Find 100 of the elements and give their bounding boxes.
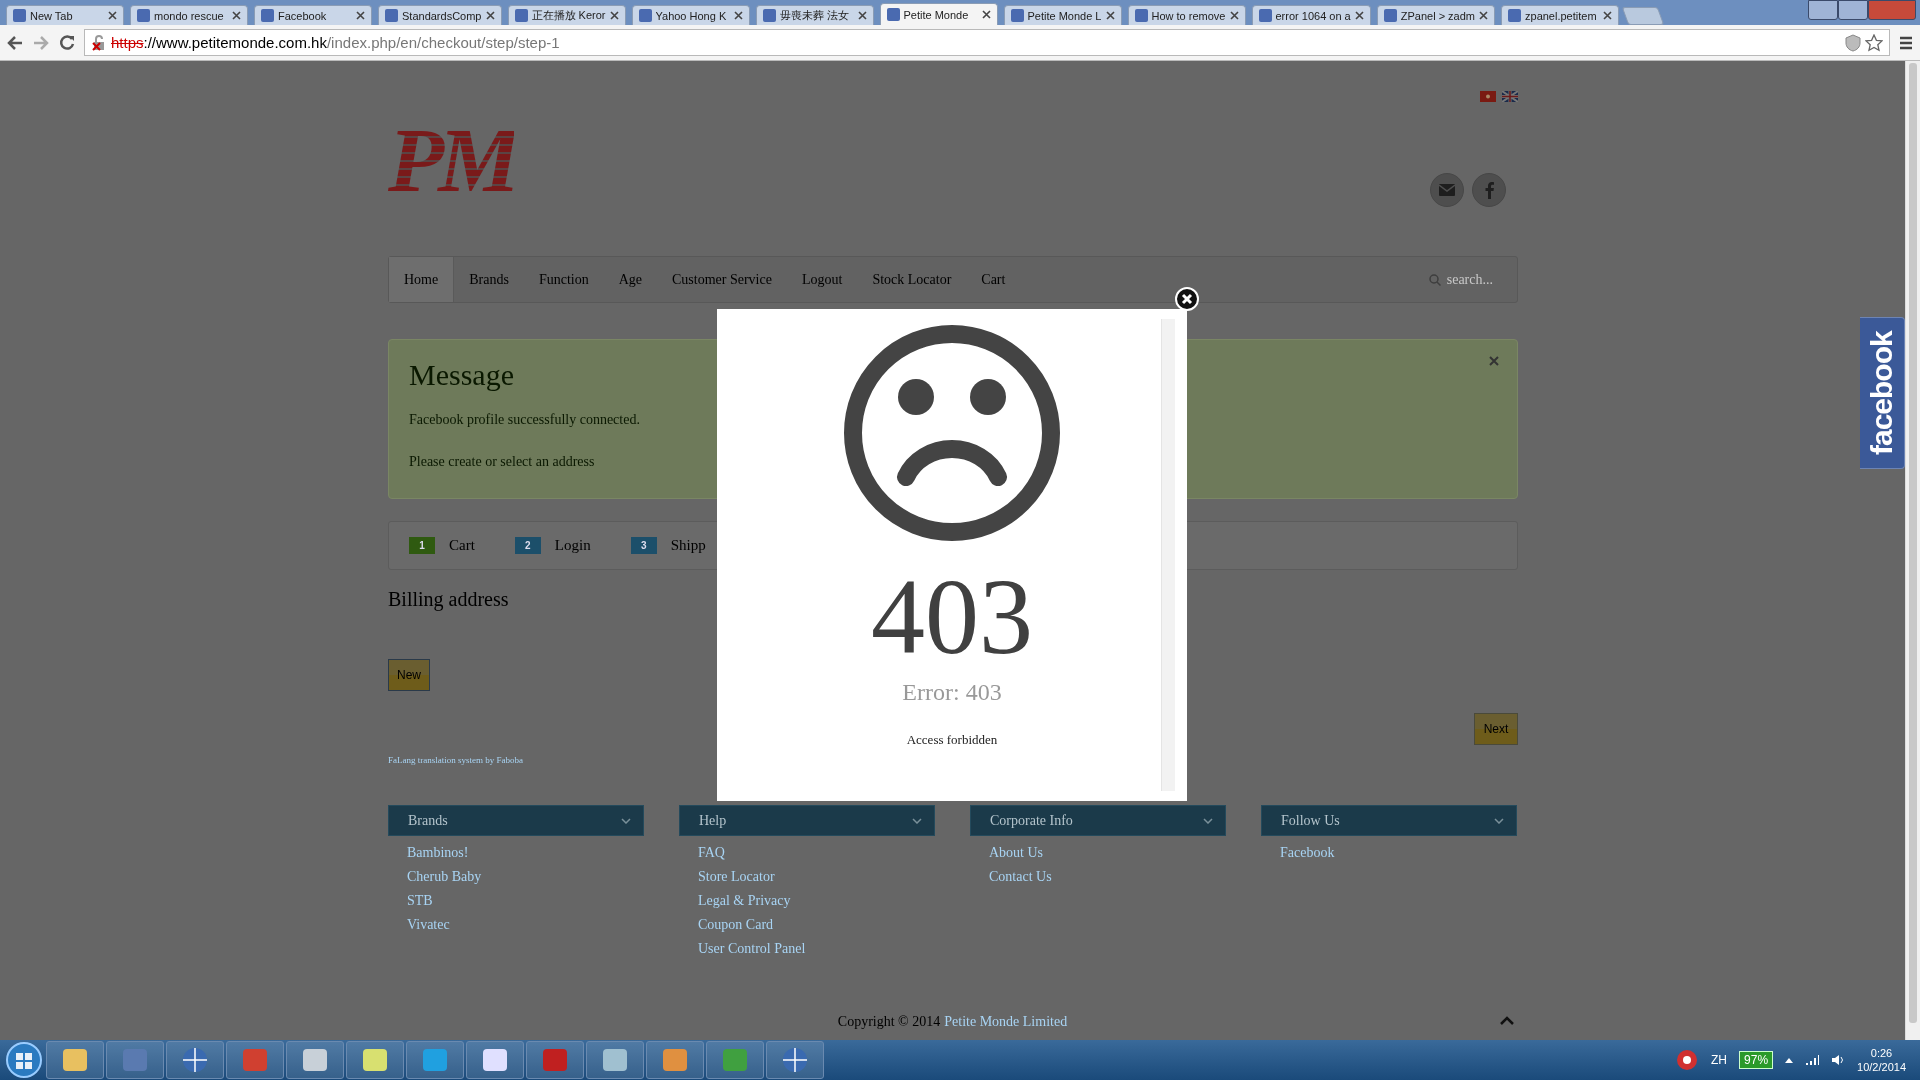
mail-button[interactable] [1430, 173, 1464, 207]
copyright-link[interactable]: Petite Monde Limited [944, 1014, 1068, 1030]
browser-tab[interactable]: 毋喪未葬 法女 [755, 5, 874, 25]
browser-tab[interactable]: Petite Monde [879, 3, 998, 25]
favicon-icon [1010, 9, 1024, 22]
close-icon[interactable] [1229, 11, 1239, 20]
footer-header[interactable]: Corporate Info [970, 805, 1226, 836]
step-label[interactable]: Shipp [670, 537, 706, 554]
start-button[interactable] [4, 1040, 44, 1080]
footer-link[interactable]: User Control Panel [698, 939, 806, 958]
footer-header[interactable]: Follow Us [1261, 805, 1517, 836]
close-icon[interactable] [1354, 11, 1364, 20]
browser-tab[interactable]: Yahoo Hong K [631, 5, 750, 25]
chevron-down-icon [1203, 817, 1213, 824]
message-text: Please create or select an address [409, 454, 595, 470]
app-icon [481, 1046, 509, 1074]
browser-tab[interactable]: zpanel.petitem [1501, 5, 1619, 25]
taskbar-button[interactable] [646, 1041, 704, 1079]
language-indicator[interactable]: ZH [1711, 1053, 1728, 1067]
close-icon[interactable] [733, 11, 743, 20]
tray-arrow-icon[interactable] [1785, 1057, 1794, 1063]
footer-link[interactable]: STB [407, 891, 433, 910]
shield-icon [1845, 33, 1861, 52]
footer-link[interactable]: Coupon Card [698, 915, 774, 934]
speaker-icon[interactable] [1831, 1054, 1846, 1066]
taskbar-button[interactable] [466, 1041, 524, 1079]
nav-item[interactable]: Stock Locator [857, 257, 967, 302]
browser-tab[interactable]: mondo rescue [130, 5, 248, 25]
favicon-icon [137, 9, 150, 22]
nav-item[interactable]: Customer Service [657, 257, 787, 302]
facebook-button[interactable] [1472, 173, 1506, 207]
footer-link[interactable]: Bambinos! [407, 843, 469, 862]
nav-item[interactable]: Cart [966, 257, 1021, 302]
facebook-side-tab[interactable]: facebook [1860, 317, 1905, 469]
taskbar-button[interactable] [346, 1041, 404, 1079]
footer-link[interactable]: FAQ [698, 843, 725, 862]
reload-icon[interactable] [58, 33, 76, 52]
footer-link[interactable]: Contact Us [989, 867, 1052, 886]
footer-link[interactable]: Store Locator [698, 867, 775, 886]
app-icon[interactable] [1675, 1048, 1700, 1072]
close-icon[interactable] [981, 10, 991, 19]
taskbar-button[interactable] [166, 1041, 224, 1079]
battery-indicator[interactable]: 97% [1739, 1051, 1774, 1069]
browser-tab[interactable]: StandardsComp [378, 5, 502, 25]
nav-item[interactable]: Logout [786, 257, 858, 302]
address-field[interactable]: https://www.petitemonde.com.hk/index.php/en/checkout/step/step-1 [84, 29, 1890, 56]
chevron-up-icon[interactable] [1500, 1016, 1514, 1025]
footer-link[interactable]: Facebook [1280, 843, 1335, 862]
close-icon[interactable] [1603, 11, 1612, 20]
credit-link[interactable]: FaLang translation system by Faboba [388, 755, 523, 765]
minimize-button[interactable] [1808, 0, 1838, 20]
menu-icon[interactable] [1898, 34, 1914, 51]
nav-item[interactable]: Home [389, 257, 455, 302]
close-icon[interactable] [232, 11, 241, 20]
footer-link[interactable]: Legal & Privacy [698, 891, 791, 910]
close-icon[interactable] [485, 11, 495, 20]
browser-tab[interactable]: Facebook [254, 5, 372, 25]
clock[interactable]: 0:26 10/2/2014 [1857, 1046, 1906, 1074]
close-icon[interactable] [857, 11, 867, 20]
step-label[interactable]: Login [554, 537, 591, 554]
taskbar-button[interactable] [46, 1041, 104, 1079]
chevron-down-icon [621, 817, 631, 824]
nav-item[interactable]: Brands [454, 257, 524, 302]
next-button[interactable]: Next [1474, 713, 1518, 745]
browser-tab[interactable]: New Tab [6, 5, 124, 25]
footer-link[interactable]: Vivatec [407, 915, 450, 934]
footer-link[interactable]: Cherub Baby [407, 867, 482, 886]
taskbar-button[interactable] [286, 1041, 344, 1079]
footer-header[interactable]: Brands [388, 805, 644, 836]
close-icon[interactable] [1479, 11, 1488, 20]
globe-icon [781, 1046, 809, 1074]
copyright-text: Copyright © 2014 [837, 1014, 941, 1030]
browser-tab[interactable]: How to remove [1127, 5, 1246, 25]
footer-link[interactable]: About Us [989, 843, 1044, 862]
favicon-icon [638, 9, 652, 22]
browser-tab[interactable]: error 1064 on a [1251, 5, 1371, 25]
taskbar-button[interactable] [766, 1041, 824, 1079]
back-icon[interactable] [6, 33, 24, 52]
new-button[interactable]: New [388, 659, 430, 691]
browser-tab[interactable]: Petite Monde L [1003, 5, 1122, 25]
flag-icon[interactable] [1480, 91, 1496, 102]
browser-tab[interactable]: ZPanel > zadm [1376, 5, 1495, 25]
taskbar-button[interactable] [586, 1041, 644, 1079]
error-code: 403 [871, 563, 1033, 671]
close-icon[interactable] [356, 11, 365, 20]
nav-item[interactable]: Function [523, 257, 604, 302]
scrollbar[interactable] [1905, 61, 1920, 1040]
star-icon[interactable] [1865, 33, 1883, 52]
search-field[interactable]: search... [1446, 271, 1493, 288]
step-label[interactable]: Cart [449, 537, 475, 554]
close-icon[interactable] [108, 11, 117, 20]
app-icon [601, 1046, 629, 1074]
maximize-button[interactable] [1838, 0, 1868, 20]
close-icon[interactable] [1105, 11, 1115, 20]
mail-icon [1439, 184, 1455, 196]
nav-item[interactable]: Age [603, 257, 657, 302]
flag-icon[interactable] [1502, 91, 1518, 102]
footer-header[interactable]: Help [679, 805, 935, 836]
close-icon[interactable] [609, 11, 619, 20]
browser-tab[interactable]: 正在播放 Keror [507, 5, 626, 25]
